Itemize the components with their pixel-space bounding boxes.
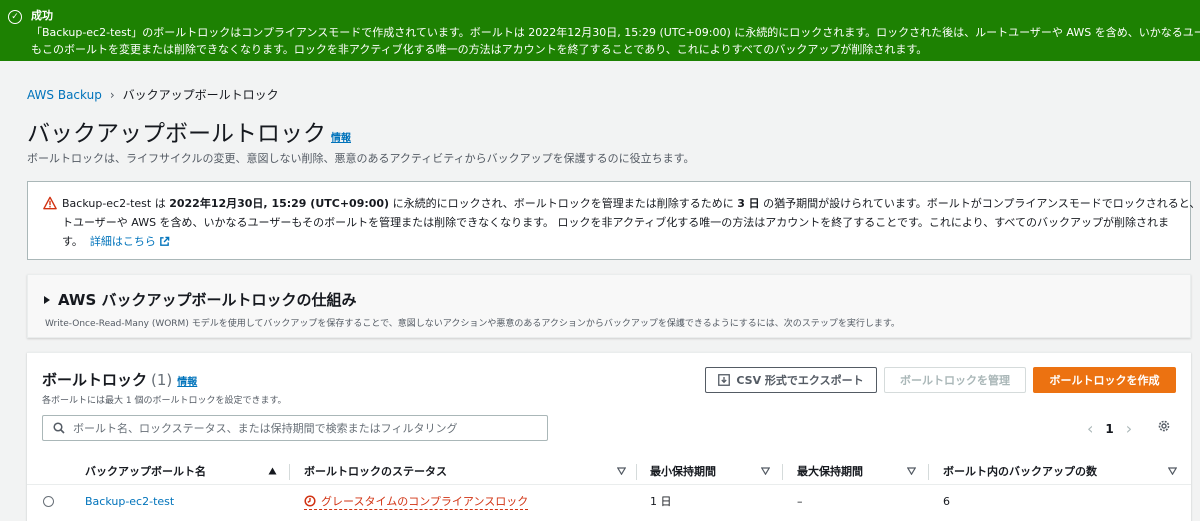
sort-icon bbox=[1168, 467, 1177, 475]
previous-page-icon[interactable]: ‹ bbox=[1087, 419, 1093, 438]
alert-lock-date: 2022年12月30日, 15:29 (UTC+09:00) bbox=[169, 197, 390, 210]
how-it-works-description: Write-Once-Read-Many (WORM) モデルを使用してバックア… bbox=[45, 319, 900, 329]
page-description: ボールトロックは、ライフサイクルの変更、意図しない削除、悪意のあるアクティビティ… bbox=[27, 152, 695, 165]
table-row: Backup-ec2-test グレースタイムのコンプライアンスロック 1 日 … bbox=[27, 487, 1191, 521]
sort-ascending-icon bbox=[268, 467, 277, 475]
learn-more-link[interactable]: 詳細はこちら bbox=[90, 235, 170, 248]
max-retention-cell: – bbox=[797, 494, 803, 508]
download-icon bbox=[718, 374, 731, 386]
vault-name-link[interactable]: Backup-ec2-test bbox=[85, 495, 174, 508]
alert-text-line2: トユーザーや AWS を含め、いかなるユーザーもそのボールトを管理または削除でき… bbox=[62, 216, 1169, 229]
row-select-radio[interactable] bbox=[43, 496, 54, 507]
column-label: ボールト内のバックアップの数 bbox=[943, 465, 1097, 478]
page-header: バックアップボールトロック 情報 bbox=[27, 114, 351, 148]
column-header-min-retention[interactable]: 最小保持期間 bbox=[650, 457, 770, 485]
gear-icon[interactable] bbox=[1157, 419, 1171, 433]
breadcrumb: AWS Backup › バックアップボールトロック bbox=[27, 86, 279, 103]
page-info-link[interactable]: 情報 bbox=[331, 129, 351, 144]
column-label: バックアップボールト名 bbox=[85, 465, 206, 478]
search-input[interactable] bbox=[73, 421, 543, 435]
clock-icon bbox=[304, 494, 316, 507]
column-header-vault-name[interactable]: バックアップボールト名 bbox=[85, 457, 277, 485]
column-header-backup-count[interactable]: ボールト内のバックアップの数 bbox=[943, 457, 1177, 485]
how-it-works-header[interactable]: AWS バックアップボールトロックの仕組み bbox=[44, 289, 1174, 310]
column-label: 最大保持期間 bbox=[797, 465, 863, 478]
lock-status-text: グレースタイムのコンプライアンスロック bbox=[321, 494, 529, 508]
warning-alert: Backup-ec2-test は 2022年12月30日, 15:29 (UT… bbox=[27, 181, 1200, 260]
alert-text-line3: す。 bbox=[62, 235, 83, 248]
flash-title: 成功 bbox=[31, 9, 53, 22]
external-link-icon bbox=[160, 236, 170, 246]
column-divider bbox=[289, 464, 290, 480]
backup-count-cell: 6 bbox=[943, 494, 950, 508]
create-vault-lock-button[interactable]: ボールトロックを作成 bbox=[1033, 367, 1176, 393]
lock-status-cell: グレースタイムのコンプライアンスロック bbox=[304, 487, 529, 515]
alert-text-part: Backup-ec2-test は bbox=[62, 197, 170, 210]
how-it-works-section[interactable]: AWS バックアップボールトロックの仕組み Write-Once-Read-Ma… bbox=[27, 274, 1191, 338]
check-circle-icon: ✓ bbox=[8, 10, 22, 24]
column-divider bbox=[636, 464, 637, 480]
caret-right-icon bbox=[44, 295, 50, 304]
sort-icon bbox=[617, 467, 626, 475]
vault-name-cell: Backup-ec2-test bbox=[85, 487, 174, 515]
column-header-lock-status[interactable]: ボールトロックのステータス bbox=[304, 457, 626, 485]
column-label: ボールトロックのステータス bbox=[304, 465, 447, 478]
learn-more-label: 詳細はこちら bbox=[89, 235, 156, 248]
lock-status[interactable]: グレースタイムのコンプライアンスロック bbox=[304, 493, 529, 510]
page-number[interactable]: 1 bbox=[1105, 422, 1113, 436]
column-divider bbox=[928, 464, 929, 480]
vault-lock-table-panel: ボールトロック (1) 情報 各ボールトには最大 1 個のボールトロックを設定で… bbox=[27, 352, 1191, 521]
how-it-works-title: AWS バックアップボールトロックの仕組み bbox=[58, 291, 357, 309]
export-csv-button[interactable]: CSV 形式でエクスポート bbox=[705, 367, 877, 393]
flash-message-line2: もこのボールトを変更または削除できなくなります。ロックを非アクティブ化する唯一の… bbox=[31, 43, 928, 56]
panel-title-text: ボールトロック bbox=[42, 371, 148, 389]
sort-icon bbox=[761, 467, 770, 475]
panel-title: ボールトロック (1) 情報 bbox=[42, 369, 287, 390]
column-divider bbox=[782, 464, 783, 480]
alert-grace-days: 3 日 bbox=[737, 197, 760, 210]
chevron-right-icon: › bbox=[109, 87, 115, 102]
warning-icon bbox=[43, 196, 57, 210]
column-header-max-retention[interactable]: 最大保持期間 bbox=[797, 457, 916, 485]
page-title: バックアップボールトロック bbox=[27, 121, 326, 147]
success-flashbar: ✓ 成功 「Backup-ec2-test」のボールトロックはコンプライアンスモ… bbox=[0, 0, 1200, 61]
alert-text: Backup-ec2-test は 2022年12月30日, 15:29 (UT… bbox=[62, 194, 1200, 259]
export-csv-label: CSV 形式でエクスポート bbox=[736, 374, 864, 387]
panel-info-link[interactable]: 情報 bbox=[177, 373, 197, 388]
breadcrumb-current: バックアップボールトロック bbox=[122, 88, 279, 102]
column-label: 最小保持期間 bbox=[650, 465, 716, 478]
panel-subtitle: 各ボールトには最大 1 個のボールトロックを設定できます。 bbox=[42, 396, 287, 406]
search-icon bbox=[53, 422, 65, 434]
sort-icon bbox=[907, 467, 916, 475]
table-header: バックアップボールト名 ボールトロックのステータス 最小保持期間 最大保持期間 … bbox=[27, 457, 1191, 485]
search-box[interactable] bbox=[42, 415, 548, 441]
flash-message-line1: 「Backup-ec2-test」のボールトロックはコンプライアンスモードで作成… bbox=[31, 26, 1200, 39]
min-retention-cell: 1 日 bbox=[650, 495, 672, 508]
manage-vault-lock-button[interactable]: ボールトロックを管理 bbox=[884, 367, 1026, 393]
pagination: ‹ 1 › bbox=[1087, 419, 1132, 438]
panel-count: (1) bbox=[151, 371, 173, 389]
alert-text-part: の猶予期間が設けられています。ボールトがコンプライアンスモードでロックされると、… bbox=[759, 197, 1200, 210]
alert-text-part: に永続的にロックされ、ボールトロックを管理または削除するために bbox=[389, 197, 738, 210]
next-page-icon[interactable]: › bbox=[1126, 419, 1132, 438]
panel-header: ボールトロック (1) 情報 各ボールトには最大 1 個のボールトロックを設定で… bbox=[42, 369, 287, 406]
breadcrumb-aws-backup[interactable]: AWS Backup bbox=[27, 88, 102, 102]
